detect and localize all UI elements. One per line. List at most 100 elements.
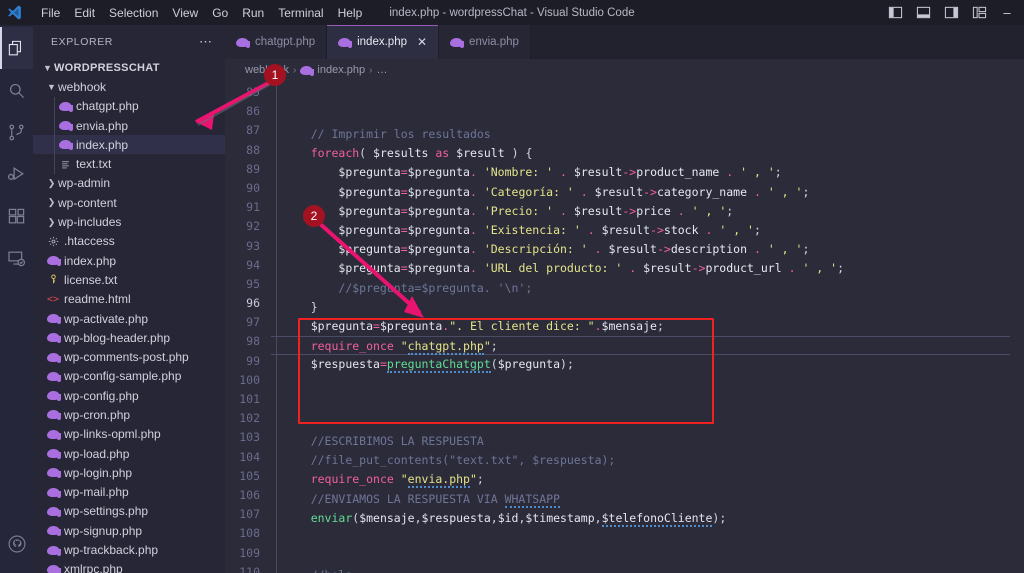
tree-item-label: wp-mail.php	[64, 485, 129, 500]
tree-item-wp-config-sample-php[interactable]: wp-config-sample.php	[33, 367, 225, 386]
chevron-down-icon: ▼	[47, 81, 56, 92]
code-line[interactable]: $pregunta=$pregunta. 'Precio: ' . $resul…	[271, 202, 1010, 221]
php-file-icon	[46, 371, 61, 382]
breadcrumb-file[interactable]: index.php	[317, 64, 365, 76]
tree-item-webhook[interactable]: ▼ webhook	[33, 77, 225, 96]
explorer-more-actions-icon[interactable]: ⋯	[191, 34, 221, 50]
activity-source-control-icon[interactable]	[0, 111, 33, 153]
tab-label: envia.php	[469, 36, 519, 48]
code-line[interactable]	[271, 528, 1010, 547]
menu-item-terminal[interactable]: Terminal	[271, 3, 330, 23]
tab-chatgpt-php[interactable]: chatgpt.php	[225, 25, 328, 59]
menu-item-run[interactable]: Run	[235, 3, 271, 23]
code-line[interactable]: }	[271, 298, 1010, 317]
text-file-icon	[61, 160, 69, 168]
tree-item-index-php[interactable]: index.php	[33, 251, 225, 270]
code-line[interactable]: //ENVIAMOS LA RESPUESTA VIA WHATSAPP	[271, 490, 1010, 509]
tree-item-wp-trackback-php[interactable]: wp-trackback.php	[33, 540, 225, 559]
code-line[interactable]: enviar($mensaje,$respuesta,$id,$timestam…	[271, 509, 1010, 528]
file-icon-slot	[57, 101, 73, 112]
tree-item-index-php[interactable]: index.php	[33, 135, 225, 155]
menu-bar[interactable]: File Edit Selection View Go Run Terminal…	[34, 0, 369, 25]
tree-item-wp-content[interactable]: ❯ wp-content	[33, 193, 225, 212]
code-line[interactable]: $pregunta=$pregunta. 'Descripción: ' . $…	[271, 240, 1010, 259]
activity-extensions-icon[interactable]	[0, 195, 33, 237]
tree-root-wordpresschat[interactable]: ▼ WORDPRESSCHAT	[33, 58, 225, 77]
file-icon-slot	[45, 526, 61, 537]
editor-scrollbar[interactable]	[1010, 81, 1024, 573]
close-icon[interactable]: ✕	[417, 36, 427, 48]
menu-item-edit[interactable]: Edit	[67, 3, 102, 23]
tree-item-readme-html[interactable]: <> readme.html	[33, 290, 225, 309]
breadcrumb-symbol[interactable]: …	[376, 64, 387, 76]
tree-item-label: index.php	[64, 253, 117, 268]
activity-search-icon[interactable]	[0, 69, 33, 111]
chevron-right-icon: ❯	[47, 197, 56, 208]
php-file-icon	[46, 487, 61, 498]
tab-index-php[interactable]: index.php ✕	[327, 25, 440, 59]
activity-run-debug-icon[interactable]	[0, 153, 33, 195]
tree-item--htaccess[interactable]: .htaccess	[33, 232, 225, 251]
menu-item-go[interactable]: Go	[205, 3, 235, 23]
tree-item-wp-blog-header-php[interactable]: wp-blog-header.php	[33, 328, 225, 347]
explorer-header: EXPLORER ⋯	[33, 25, 225, 58]
code-line[interactable]: $pregunta=$pregunta. 'Existencia: ' . $r…	[271, 221, 1010, 240]
file-icon-slot	[45, 545, 61, 556]
code-line[interactable]: $pregunta=$pregunta. 'Categoría: ' . $re…	[271, 183, 1010, 202]
file-tree[interactable]: ▼ WORDPRESSCHAT ▼ webhook chatgpt.php envia…	[33, 58, 225, 573]
code-line[interactable]: //hola	[271, 566, 1010, 573]
tree-item-wp-links-opml-php[interactable]: wp-links-opml.php	[33, 425, 225, 444]
tree-item-wp-mail-php[interactable]: wp-mail.php	[33, 483, 225, 502]
php-file-icon	[300, 65, 315, 76]
code-line[interactable]: $pregunta=$pregunta. 'Nombre: ' . $resul…	[271, 163, 1010, 182]
tree-item-wp-settings-php[interactable]: wp-settings.php	[33, 502, 225, 521]
tree-item-license-txt[interactable]: license.txt	[33, 270, 225, 289]
tree-item-wp-admin[interactable]: ❯ wp-admin	[33, 174, 225, 193]
line-number: 102	[239, 411, 260, 426]
line-number: 88	[246, 142, 260, 157]
code-line[interactable]: require_once "envia.php";	[271, 470, 1010, 489]
line-number: 96	[246, 296, 260, 311]
breadcrumb[interactable]: webhook › index.php › …	[225, 59, 1024, 81]
toggle-secondary-sidebar-icon[interactable]	[938, 2, 964, 24]
tree-item-envia-php[interactable]: envia.php	[33, 115, 225, 136]
explorer-title: EXPLORER	[51, 35, 113, 48]
toggle-primary-sidebar-icon[interactable]	[882, 2, 908, 24]
tree-item-wp-load-php[interactable]: wp-load.php	[33, 444, 225, 463]
code-line[interactable]: //$pregunta=$pregunta. '\n';	[271, 279, 1010, 298]
activity-explorer-icon[interactable]	[0, 27, 33, 69]
tree-item-label: text.txt	[76, 157, 112, 172]
menu-item-view[interactable]: View	[165, 3, 205, 23]
code-line[interactable]	[271, 547, 1010, 566]
tree-item-wp-includes[interactable]: ❯ wp-includes	[33, 212, 225, 231]
line-number: 104	[239, 449, 260, 464]
file-icon-slot	[45, 487, 61, 498]
tree-item-xmlrpc-php[interactable]: xmlrpc.php	[33, 560, 225, 573]
tree-item-wp-signup-php[interactable]: wp-signup.php	[33, 521, 225, 540]
tree-item-wp-config-php[interactable]: wp-config.php	[33, 386, 225, 405]
activity-remote-explorer-icon[interactable]	[0, 237, 33, 279]
tree-item-wp-cron-php[interactable]: wp-cron.php	[33, 405, 225, 424]
tree-item-wp-comments-post-php[interactable]: wp-comments-post.php	[33, 347, 225, 366]
line-number: 110	[239, 564, 260, 573]
menu-item-help[interactable]: Help	[331, 3, 370, 23]
code-line[interactable]: foreach( $results as $result ) {	[271, 144, 1010, 163]
tree-item-wp-login-php[interactable]: wp-login.php	[33, 463, 225, 482]
tree-item-chatgpt-php[interactable]: chatgpt.php	[33, 96, 225, 116]
code-line[interactable]: //file_put_contents("text.txt", $respues…	[271, 451, 1010, 470]
menu-item-selection[interactable]: Selection	[102, 3, 165, 23]
tab-envia-php[interactable]: envia.php	[439, 25, 531, 59]
vscode-logo-icon	[0, 0, 28, 25]
file-icon-slot	[45, 352, 61, 363]
toggle-panel-icon[interactable]	[910, 2, 936, 24]
code-line[interactable]: $pregunta=$pregunta. 'URL del producto: …	[271, 259, 1010, 278]
code-line[interactable]: // Imprimir los resultados	[271, 125, 1010, 144]
php-file-icon	[46, 429, 61, 440]
activity-accounts-icon[interactable]	[0, 523, 33, 565]
menu-item-file[interactable]: File	[34, 3, 67, 23]
tree-item-wp-activate-php[interactable]: wp-activate.php	[33, 309, 225, 328]
minimize-button[interactable]: –	[994, 2, 1020, 24]
code-line[interactable]: //ESCRIBIMOS LA RESPUESTA	[271, 432, 1010, 451]
customize-layout-icon[interactable]	[966, 2, 992, 24]
tree-item-text-txt[interactable]: text.txt	[33, 154, 225, 174]
